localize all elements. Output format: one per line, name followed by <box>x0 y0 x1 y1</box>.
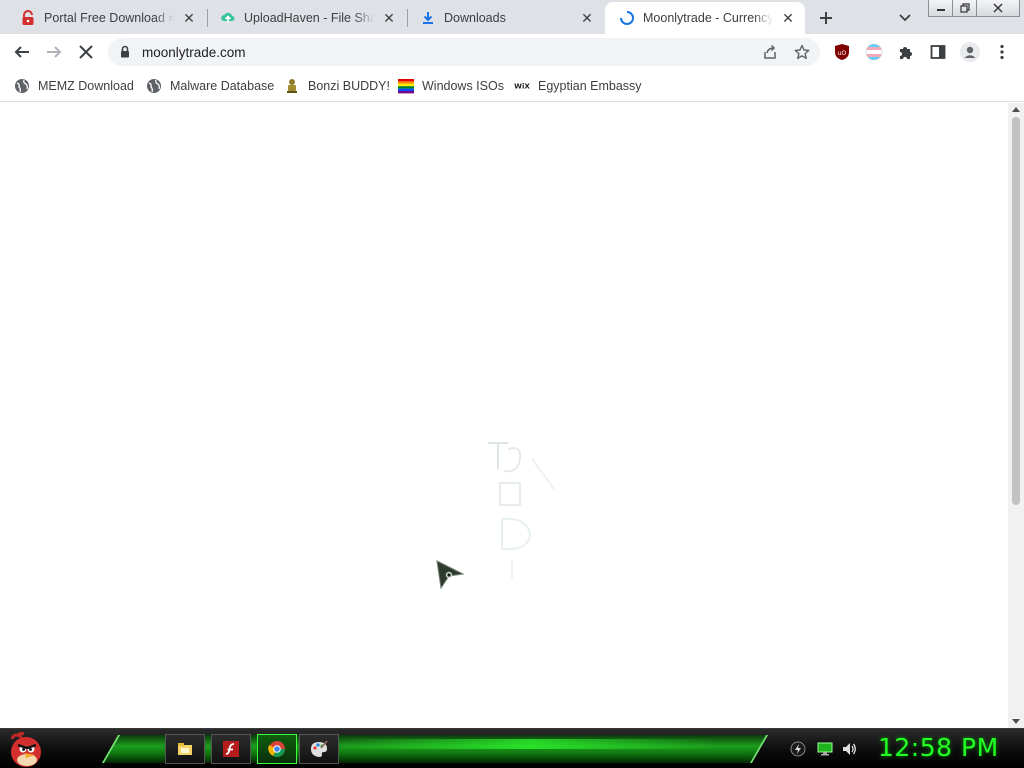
close-icon <box>993 3 1003 13</box>
close-icon[interactable]: ✕ <box>779 9 797 27</box>
chrome-icon <box>268 741 285 757</box>
mouse-cursor-icon <box>436 560 465 590</box>
back-arrow-icon <box>14 46 29 58</box>
bookmark-egyptian-embassy[interactable]: WiX Egyptian Embassy <box>514 75 642 97</box>
trans-flag-extension-icon[interactable] <box>860 38 888 66</box>
taskbar-paint[interactable] <box>299 734 339 764</box>
forward-button[interactable] <box>40 38 68 66</box>
plus-icon <box>820 12 832 24</box>
scroll-up-arrow-icon[interactable] <box>1012 107 1020 112</box>
bookmark-label: Egyptian Embassy <box>538 79 642 93</box>
side-panel-icon[interactable] <box>924 38 952 66</box>
page-viewport[interactable] <box>0 103 1008 728</box>
address-bar[interactable]: moonlytrade.com <box>108 38 820 66</box>
tab-portal[interactable]: Portal Free Download » S ✕ <box>6 2 206 34</box>
tab-uploadhaven[interactable]: UploadHaven - File Sharing ✕ <box>206 2 406 34</box>
menu-kebab-icon[interactable] <box>988 38 1016 66</box>
tab-moonlytrade[interactable]: Moonlytrade - Currency E ✕ <box>605 2 805 34</box>
browser-toolbar: moonlytrade.com uO <box>0 34 1024 70</box>
start-button[interactable] <box>6 731 46 768</box>
back-button[interactable] <box>8 38 36 66</box>
loading-spinner-icon <box>619 10 635 26</box>
url-text: moonlytrade.com <box>142 45 246 60</box>
lock-icon[interactable] <box>120 45 130 63</box>
scroll-down-arrow-icon[interactable] <box>1012 719 1020 724</box>
tab-title: Downloads <box>444 11 506 25</box>
taskbar-file-explorer[interactable] <box>165 734 205 764</box>
bookmark-star-icon[interactable] <box>792 42 812 62</box>
paint-icon <box>311 740 328 757</box>
close-icon <box>79 45 93 59</box>
bookmark-label: Bonzi BUDDY! <box>308 79 390 93</box>
tab-downloads[interactable]: Downloads ✕ <box>406 2 604 34</box>
red-padlock-icon <box>20 10 36 26</box>
wix-icon: WiX <box>514 78 530 94</box>
minimize-icon <box>937 9 945 11</box>
taskbar-chrome[interactable] <box>257 734 297 764</box>
globe-icon <box>146 78 162 94</box>
close-icon[interactable]: ✕ <box>578 9 596 27</box>
faded-artifact-graphic <box>488 442 555 579</box>
chevron-down-icon <box>899 14 911 22</box>
tray-app-icon[interactable] <box>790 741 806 757</box>
vertical-scrollbar[interactable] <box>1008 103 1024 728</box>
taskbar-flash[interactable] <box>211 734 251 764</box>
bookmarks-bar: MEMZ Download Malware Database Bonzi BUD… <box>0 70 1024 102</box>
minimize-button[interactable] <box>928 0 954 17</box>
taskbar-clock[interactable]: 12:58 PM <box>878 733 999 762</box>
uploadhaven-icon <box>220 10 236 26</box>
ublock-extension-icon[interactable]: uO <box>828 38 856 66</box>
download-icon <box>420 10 436 26</box>
bookmark-malware-database[interactable]: Malware Database <box>146 75 274 97</box>
bookmark-bonzi-buddy[interactable]: Bonzi BUDDY! <box>284 75 390 97</box>
bookmark-label: Windows ISOs <box>422 79 504 93</box>
rainbow-flag-icon <box>398 78 414 94</box>
scrollbar-thumb[interactable] <box>1012 117 1020 505</box>
tab-title: Portal Free Download » S <box>44 11 174 25</box>
profile-avatar-icon[interactable] <box>956 38 984 66</box>
svg-text:WiX: WiX <box>514 82 530 91</box>
network-icon[interactable] <box>817 741 833 757</box>
stop-loading-button[interactable] <box>72 38 100 66</box>
bookmark-memz-download[interactable]: MEMZ Download <box>14 75 134 97</box>
tab-title: Moonlytrade - Currency E <box>643 11 773 25</box>
close-icon[interactable]: ✕ <box>180 9 198 27</box>
svg-text:uO: uO <box>838 50 847 57</box>
share-icon[interactable] <box>760 42 780 62</box>
close-window-button[interactable] <box>976 0 1020 17</box>
globe-icon <box>14 78 30 94</box>
taskbar: 12:58 PM <box>0 728 1024 768</box>
tab-search-button[interactable] <box>893 6 917 30</box>
flash-icon <box>223 741 239 757</box>
close-icon[interactable]: ✕ <box>380 9 398 27</box>
volume-icon[interactable] <box>841 741 857 757</box>
bookmark-label: MEMZ Download <box>38 79 134 93</box>
tab-title: UploadHaven - File Sharing <box>244 11 374 25</box>
taskbar-glow-decoration <box>340 739 720 749</box>
bookmark-windows-isos[interactable]: Windows ISOs <box>398 75 504 97</box>
angry-bird-icon <box>10 731 41 767</box>
extensions-puzzle-icon[interactable] <box>892 38 920 66</box>
tab-strip: Portal Free Download » S ✕ UploadHaven -… <box>0 0 1024 34</box>
new-tab-button[interactable] <box>814 6 838 30</box>
bonzi-icon <box>284 78 300 94</box>
restore-icon <box>960 3 970 13</box>
restore-button[interactable] <box>952 0 978 17</box>
file-explorer-icon <box>178 743 192 755</box>
forward-arrow-icon <box>47 46 62 58</box>
bookmark-label: Malware Database <box>170 79 275 93</box>
